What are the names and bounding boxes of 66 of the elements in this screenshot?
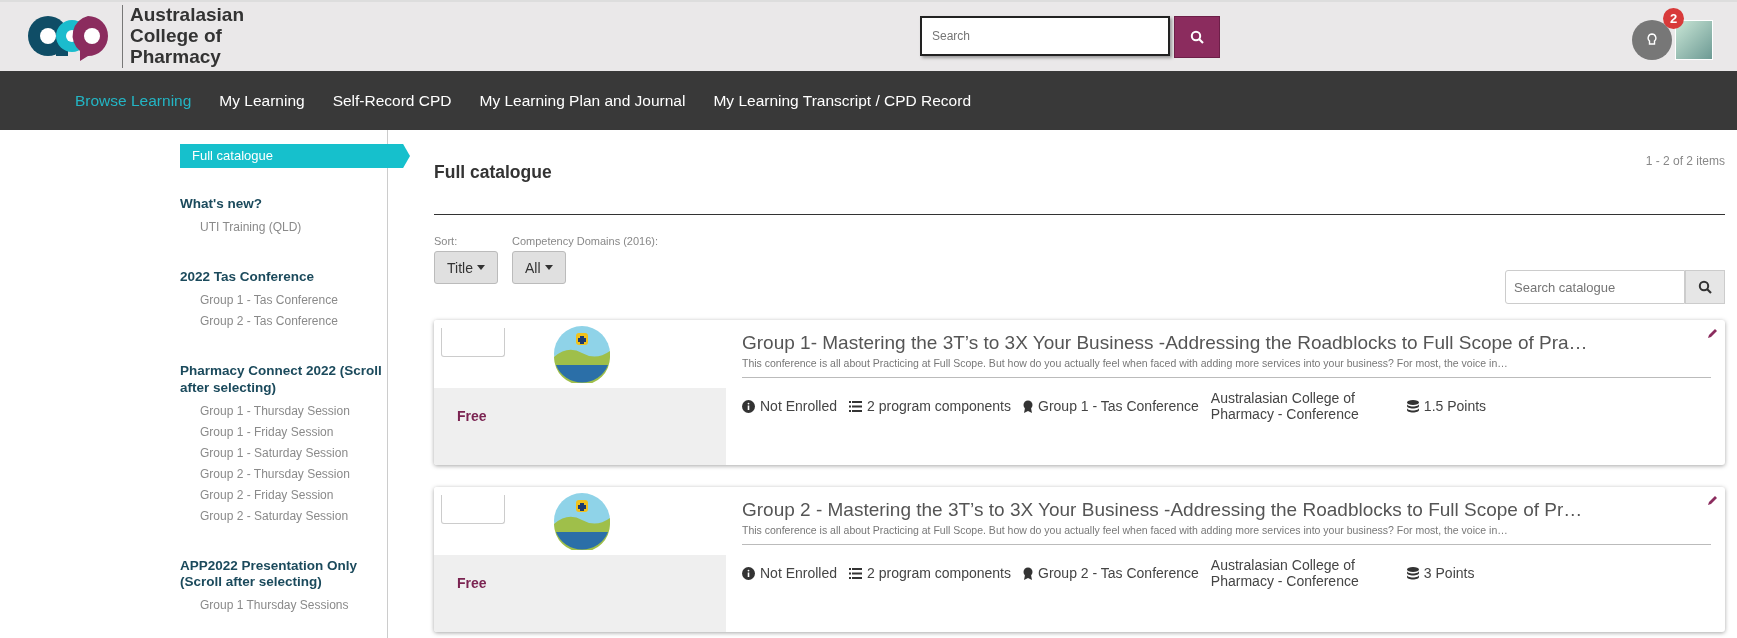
caret-icon	[544, 265, 553, 270]
award-icon	[1023, 566, 1033, 580]
avatar-placeholder[interactable]	[1675, 19, 1713, 60]
nav-link[interactable]: My Learning	[219, 91, 305, 110]
section-heading: APP2022 Presentation Only (Scroll after selecting)	[180, 557, 359, 591]
course-group: Group 2 - Tas Conference	[1038, 565, 1199, 582]
category-link[interactable]: Group 1 - Thursday Session	[200, 403, 387, 418]
course-group: Group 1 - Tas Conference	[1038, 398, 1199, 415]
college-name: Australasian College of Pharmacy	[122, 5, 310, 68]
nav-link[interactable]: My Learning Transcript / CPD Record	[713, 91, 971, 110]
nav-link[interactable]: My Learning Plan and Journal	[479, 91, 686, 110]
course-provider: Australasian College of Pharmacy - Conference	[1210, 557, 1360, 590]
category-link[interactable]: Group 2 - Tas Conference	[200, 314, 387, 329]
current-category[interactable]: Full catalogue	[180, 144, 410, 168]
filter-dropdown[interactable]: Title	[434, 251, 498, 284]
info-icon	[742, 399, 755, 413]
caret-icon	[476, 265, 485, 270]
course-description: This conference is all about Practicing at Full Scope. But how do you actually feel when faced with adding more services into your business? For most, the voice in…	[742, 357, 1711, 378]
item-count: 1 - 2 of 2 items	[1645, 154, 1725, 170]
category-link[interactable]: Group 2 - Friday Session	[200, 487, 387, 502]
category-link[interactable]: Group 2 - Thursday Session	[200, 466, 387, 481]
nav-link[interactable]: Self-Record CPD	[332, 91, 452, 110]
section-heading: What's new?	[180, 196, 263, 213]
price-label: Free	[434, 555, 726, 632]
tips-button[interactable]	[1632, 19, 1672, 60]
award-icon	[1023, 399, 1033, 413]
pencil-icon[interactable]	[1707, 327, 1719, 339]
nav-link[interactable]: Browse Learning	[75, 91, 192, 110]
info-icon	[742, 566, 755, 580]
list-icon	[849, 567, 863, 579]
filter-label: Competency Domains (2016):	[511, 235, 659, 247]
course-description: This conference is all about Practicing at Full Scope. But how do you actually feel when faced with adding more services into your business? For most, the voice in…	[742, 524, 1711, 545]
category-link[interactable]: Group 1 - Saturday Session	[200, 445, 387, 460]
list-icon	[849, 400, 863, 412]
cpd-points: 1.5 Points	[1423, 398, 1487, 415]
course-title[interactable]: Group 2 - Mastering the 3T’s to 3X Your Business -Addressing the Roadblocks to Full Scope of Pr…	[742, 499, 1711, 521]
page-title: Full catalogue	[434, 162, 552, 184]
enrolment-status: Not Enrolled	[760, 565, 838, 582]
cpd-points: 3 Points	[1423, 565, 1475, 582]
notification-badge: 2	[1663, 7, 1684, 29]
component-count: 2 program components	[867, 398, 1011, 415]
course-title[interactable]: Group 1- Mastering the 3T’s to 3X Your Business -Addressing the Roadblocks to Full Scope of Pra…	[742, 332, 1711, 354]
course-provider: Australasian College of Pharmacy - Conference	[1210, 390, 1360, 423]
search-icon	[1698, 280, 1712, 294]
price-label: Free	[434, 388, 726, 465]
filter-dropdown[interactable]: All	[511, 251, 566, 284]
search-button[interactable]	[1174, 15, 1220, 58]
coins-icon	[1406, 399, 1419, 413]
category-link[interactable]: Group 2 - Saturday Session	[200, 508, 387, 523]
category-link[interactable]: Group 1 - Friday Session	[200, 424, 387, 439]
section-heading: 2022 Tas Conference	[180, 269, 316, 286]
enrolment-status: Not Enrolled	[760, 398, 838, 415]
category-link[interactable]: Group 1 - Tas Conference	[200, 293, 387, 308]
course-logo-drawing	[553, 325, 611, 383]
search-field[interactable]: Search	[920, 15, 1170, 56]
section-heading: Pharmacy Connect 2022 (Scroll after selecting)	[180, 363, 383, 396]
lightbulb-icon	[1647, 32, 1657, 47]
category-link[interactable]: UTI Training (QLD)	[200, 220, 387, 235]
course-logo-drawing	[553, 492, 611, 550]
pencil-icon[interactable]	[1707, 494, 1719, 506]
coins-icon	[1406, 566, 1419, 580]
search-icon	[1190, 29, 1204, 44]
category-link[interactable]: Group 1 Thursday Sessions	[200, 598, 387, 613]
catalogue-search-field[interactable]: Search catalogue	[1505, 270, 1685, 304]
filter-label: Sort:	[434, 235, 458, 247]
component-count: 2 program components	[867, 565, 1011, 582]
